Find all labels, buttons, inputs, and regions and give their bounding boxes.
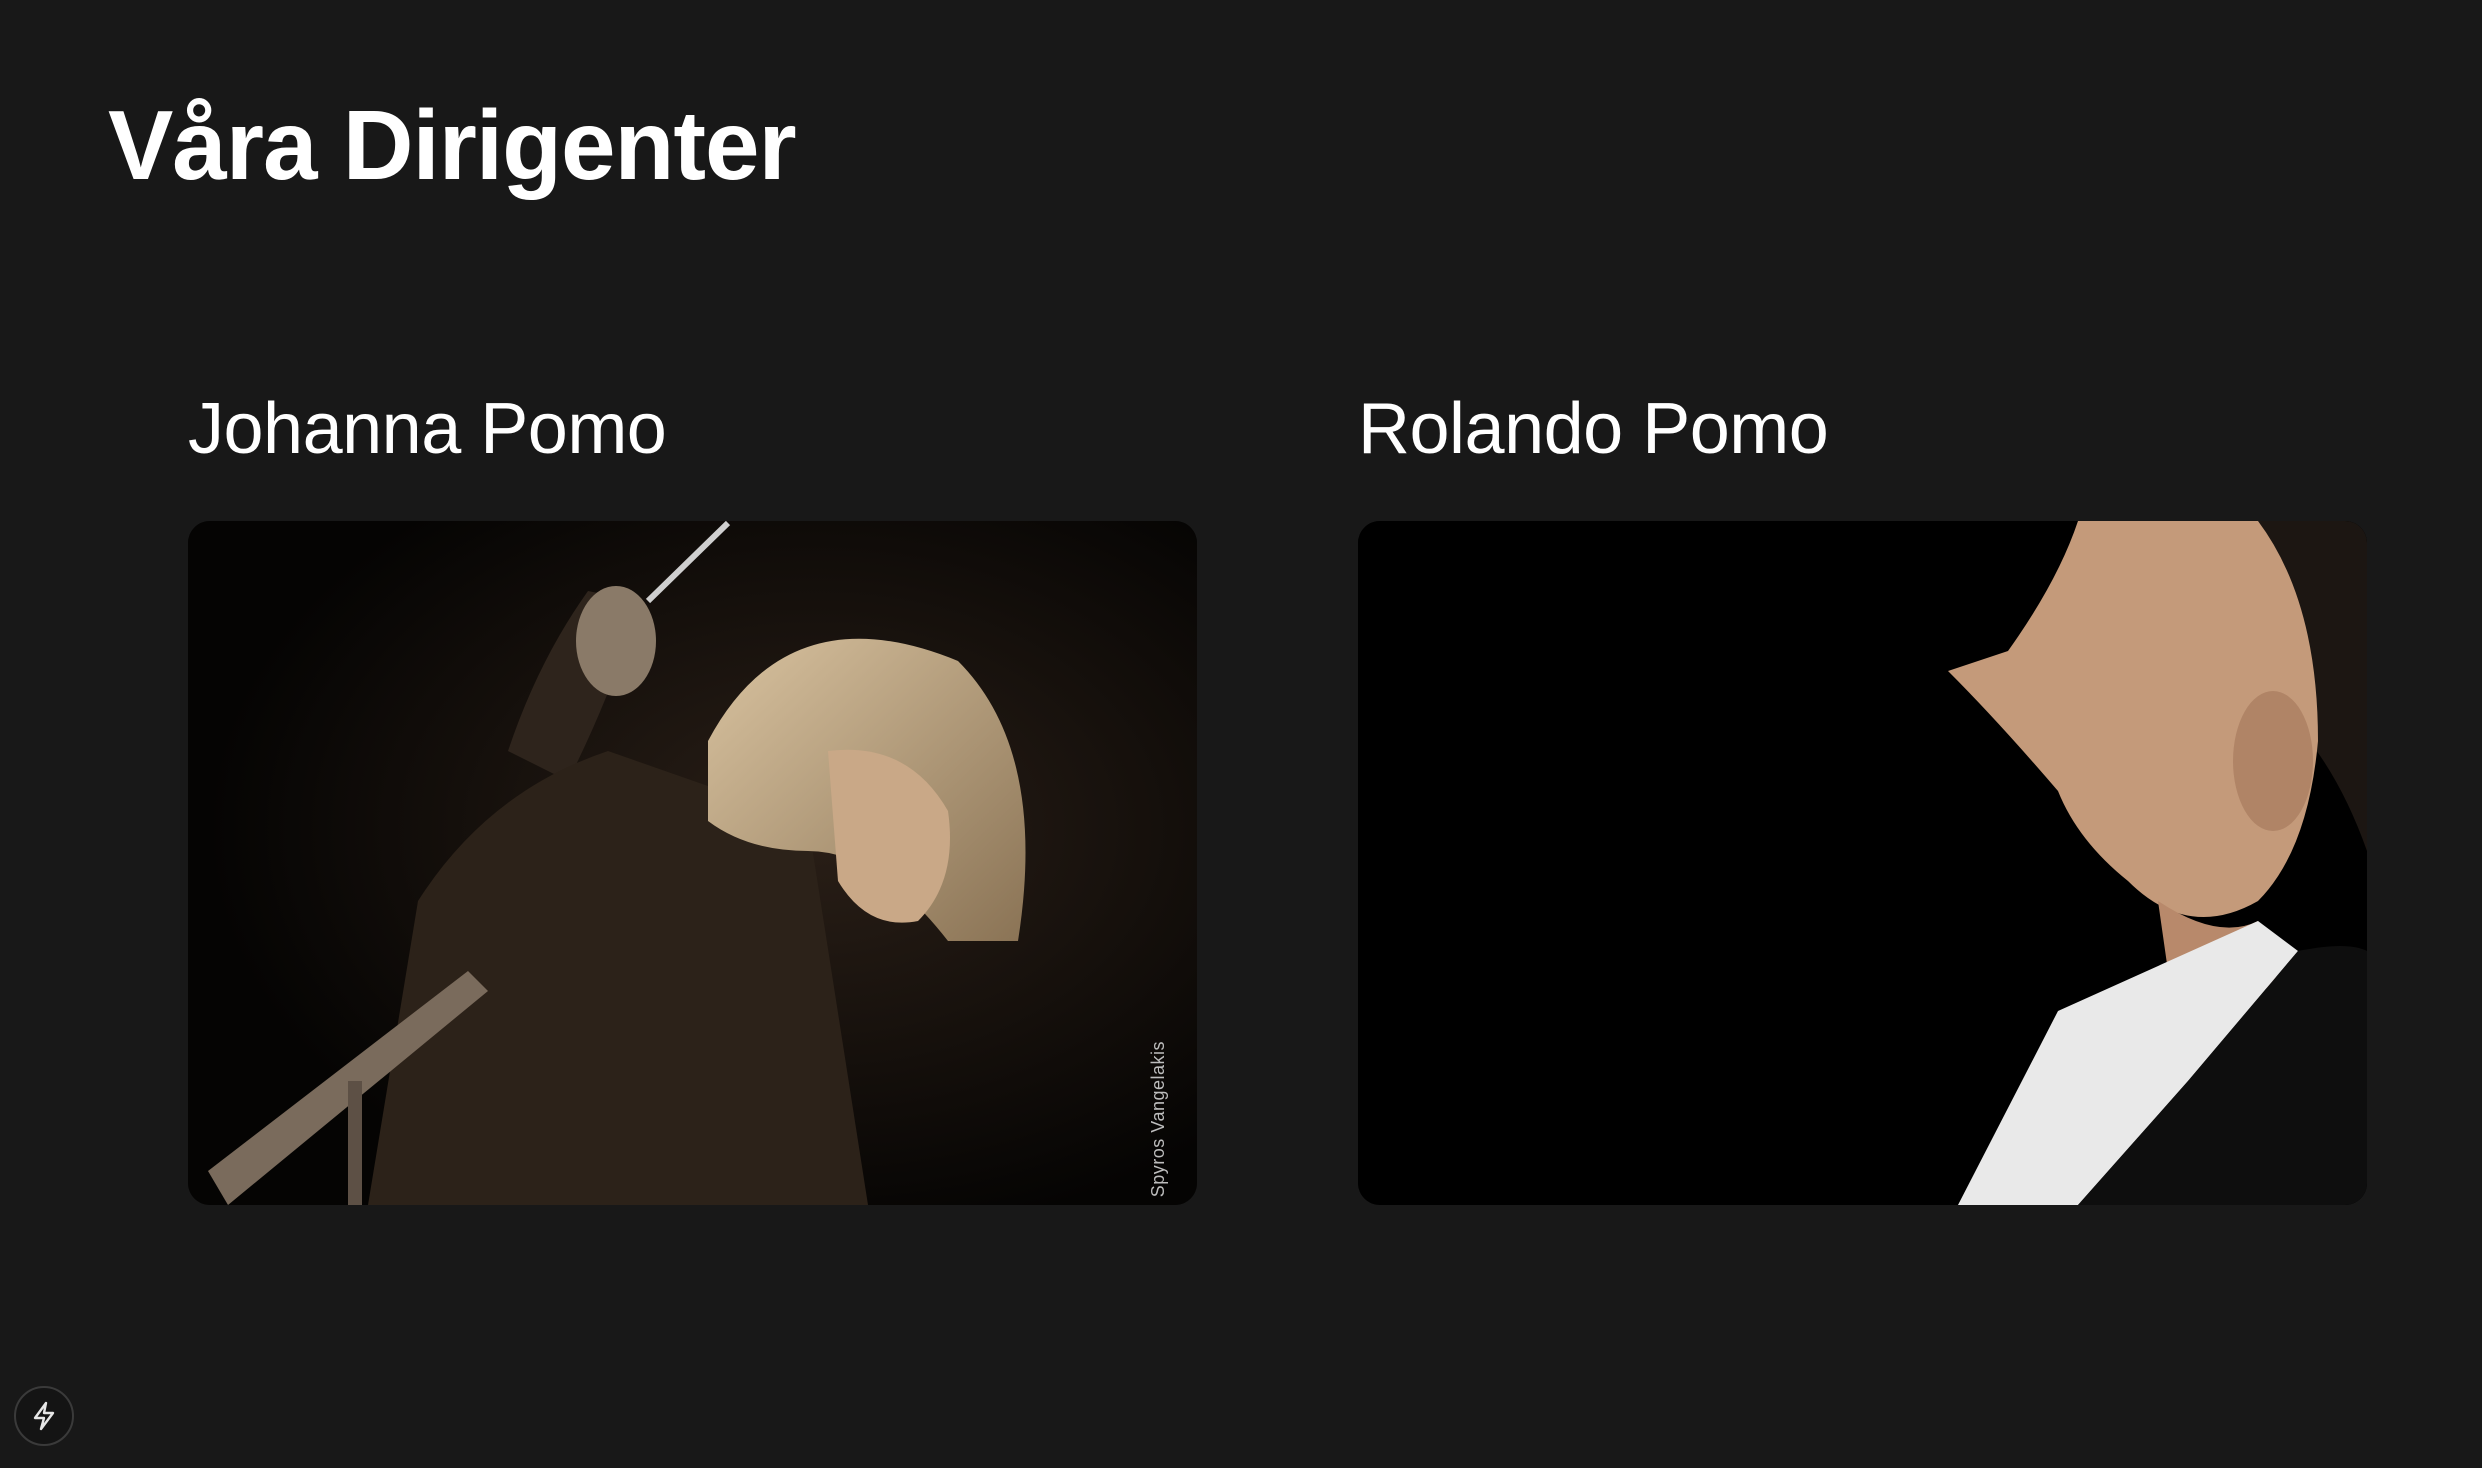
page: Våra Dirigenter Johanna Pomo Spyros Vang… bbox=[0, 0, 2482, 1468]
conductor-card-johanna: Johanna Pomo Spyros Vangelakis bbox=[188, 389, 1197, 1206]
conductor-photo: Spyros Vangelakis bbox=[188, 521, 1197, 1206]
conductor-card-rolando: Rolando Pomo bbox=[1358, 389, 2367, 1206]
conductor-photo bbox=[1358, 521, 2367, 1206]
conductor-photo-illustration bbox=[188, 521, 1197, 1206]
conductor-photo-illustration bbox=[1358, 521, 2367, 1206]
conductor-name: Johanna Pomo bbox=[188, 389, 667, 469]
dev-tools-button[interactable] bbox=[14, 1386, 74, 1446]
photo-credit: Spyros Vangelakis bbox=[1148, 1040, 1168, 1198]
lightning-icon bbox=[33, 1401, 55, 1431]
conductor-name: Rolando Pomo bbox=[1358, 389, 1829, 469]
page-title: Våra Dirigenter bbox=[108, 90, 797, 200]
